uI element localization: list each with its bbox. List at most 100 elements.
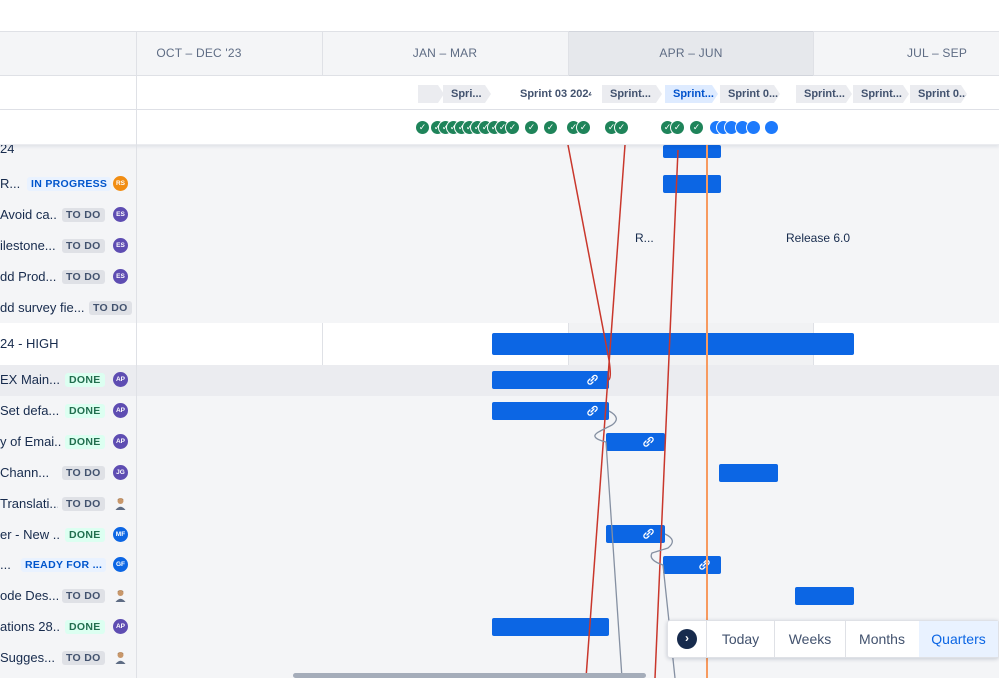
zoom-control: › Today Weeks Months Quarters bbox=[667, 620, 999, 658]
timeline-bar[interactable] bbox=[606, 525, 665, 543]
release-done-marker[interactable]: ✓ bbox=[543, 120, 558, 135]
avatar[interactable]: ES bbox=[113, 238, 128, 253]
issue-title[interactable]: Sugges... bbox=[0, 650, 58, 665]
weeks-button[interactable]: Weeks bbox=[775, 621, 845, 657]
link-icon bbox=[587, 405, 598, 416]
avatar[interactable]: AP bbox=[113, 434, 128, 449]
timeline-bar[interactable] bbox=[606, 433, 665, 451]
avatar[interactable] bbox=[113, 588, 128, 603]
release-done-marker[interactable]: ✓ bbox=[576, 120, 591, 135]
quarter-label-jan-mar: JAN – MAR bbox=[412, 46, 478, 60]
sprint-chip[interactable]: Spri... bbox=[443, 85, 491, 103]
epic-bar[interactable] bbox=[492, 333, 854, 355]
status-badge[interactable]: READY FOR ... bbox=[21, 558, 107, 572]
avatar[interactable]: JG bbox=[113, 465, 128, 480]
issue-title[interactable]: ilestone... bbox=[0, 238, 58, 253]
avatar[interactable]: RS bbox=[113, 176, 128, 191]
issue-title[interactable]: Avoid ca... bbox=[0, 207, 58, 222]
release-label-truncated[interactable]: R... bbox=[635, 231, 654, 245]
sprint-chip[interactable]: Sprint 0... bbox=[720, 85, 780, 103]
link-icon bbox=[699, 559, 710, 570]
status-badge[interactable]: TO DO bbox=[62, 589, 105, 603]
status-badge[interactable]: DONE bbox=[65, 373, 105, 387]
quarter-label-oct-dec: OCT – DEC '23 bbox=[156, 46, 242, 60]
release-done-marker[interactable]: ✓ bbox=[524, 120, 539, 135]
avatar[interactable] bbox=[113, 496, 128, 511]
avatar[interactable]: ES bbox=[113, 207, 128, 222]
status-badge[interactable]: DONE bbox=[65, 404, 105, 418]
issue-title[interactable]: 24 - HIGH bbox=[0, 336, 59, 351]
release-done-marker[interactable]: ✓ bbox=[689, 120, 704, 135]
status-badge[interactable]: IN PROGRESS bbox=[27, 177, 112, 191]
today-button[interactable]: Today bbox=[707, 621, 774, 657]
sprint-chip[interactable]: Sprint... bbox=[796, 85, 852, 103]
release-row: ✓✓✓✓✓✓✓✓✓✓✓✓✓✓✓✓✓✓✓✓ R... Release 6.0 bbox=[0, 110, 999, 245]
status-badge[interactable]: DONE bbox=[65, 620, 105, 634]
sprint-chip[interactable]: Sprint 03 2024 bbox=[512, 85, 592, 103]
timeline-bar[interactable] bbox=[492, 618, 609, 636]
horizontal-scrollbar[interactable] bbox=[293, 673, 646, 678]
status-badge[interactable]: TO DO bbox=[62, 497, 105, 511]
timeline-bar[interactable] bbox=[492, 371, 609, 389]
chevron-right-icon[interactable]: › bbox=[677, 629, 697, 649]
timeline-bar[interactable] bbox=[663, 175, 721, 193]
timeline-bar[interactable] bbox=[719, 464, 778, 482]
status-badge[interactable]: TO DO bbox=[62, 239, 105, 253]
timeline-bar[interactable] bbox=[663, 556, 721, 574]
status-badge[interactable]: TO DO bbox=[62, 208, 105, 222]
person-icon bbox=[115, 652, 126, 664]
release-done-marker[interactable]: ✓ bbox=[505, 120, 520, 135]
person-icon bbox=[115, 590, 126, 602]
person-icon bbox=[115, 498, 126, 510]
status-badge[interactable]: DONE bbox=[65, 435, 105, 449]
issue-title[interactable]: Translati... bbox=[0, 496, 58, 511]
sprint-chip[interactable]: Sprint 0... bbox=[910, 85, 967, 103]
today-marker bbox=[706, 145, 708, 678]
quarter-label-apr-jun: APR – JUN bbox=[659, 46, 723, 60]
link-icon bbox=[643, 436, 654, 447]
issue-title[interactable]: dd survey fie... bbox=[0, 300, 85, 315]
avatar[interactable]: GF bbox=[113, 557, 128, 572]
top-strip bbox=[0, 0, 999, 31]
avatar[interactable]: ES bbox=[113, 269, 128, 284]
issue-title[interactable]: y of Emai... bbox=[0, 434, 61, 449]
sprint-chip[interactable]: Sprint... bbox=[602, 85, 662, 103]
sprint-chip-current[interactable]: Sprint... bbox=[665, 85, 718, 103]
sprint-chip[interactable]: Sprint... bbox=[853, 85, 909, 103]
link-icon bbox=[643, 528, 654, 539]
issue-title[interactable]: EX Main... bbox=[0, 372, 61, 387]
status-badge[interactable]: TO DO bbox=[62, 466, 105, 480]
timeline-bar[interactable] bbox=[795, 587, 854, 605]
issue-title[interactable]: R... bbox=[0, 176, 23, 191]
issue-title[interactable]: ations 28... bbox=[0, 619, 61, 634]
timeline-view: OCT – DEC '23 JAN – MAR APR – JUN JUL – … bbox=[0, 0, 999, 678]
status-badge[interactable]: DONE bbox=[65, 528, 105, 542]
avatar[interactable] bbox=[113, 650, 128, 665]
issue-title[interactable]: ... bbox=[0, 557, 17, 572]
release-done-marker[interactable]: ✓ bbox=[614, 120, 629, 135]
issue-title[interactable]: er - New ... bbox=[0, 527, 61, 542]
status-badge[interactable]: TO DO bbox=[62, 270, 105, 284]
status-badge[interactable]: TO DO bbox=[62, 651, 105, 665]
issue-title[interactable]: dd Prod... bbox=[0, 269, 58, 284]
months-button[interactable]: Months bbox=[846, 621, 918, 657]
quarters-button[interactable]: Quarters bbox=[919, 621, 998, 657]
release-upcoming-marker[interactable] bbox=[746, 120, 761, 135]
timeline-bar[interactable] bbox=[492, 402, 609, 420]
release-label[interactable]: Release 6.0 bbox=[786, 231, 850, 245]
release-upcoming-marker[interactable] bbox=[764, 120, 779, 135]
avatar[interactable]: AP bbox=[113, 372, 128, 387]
pane-divider bbox=[136, 31, 137, 678]
issue-title[interactable]: Set defa... bbox=[0, 403, 61, 418]
release-done-marker[interactable]: ✓ bbox=[415, 120, 430, 135]
quarter-label-jul-sep: JUL – SEP bbox=[906, 46, 968, 60]
avatar[interactable]: MF bbox=[113, 527, 128, 542]
avatar[interactable]: AP bbox=[113, 619, 128, 634]
release-done-marker[interactable]: ✓ bbox=[670, 120, 685, 135]
link-icon bbox=[587, 374, 598, 385]
issue-title[interactable]: Chann... bbox=[0, 465, 58, 480]
avatar[interactable]: AP bbox=[113, 403, 128, 418]
issue-title[interactable]: ode Des... bbox=[0, 588, 58, 603]
status-badge[interactable]: TO DO bbox=[89, 301, 132, 315]
timeline-bar[interactable] bbox=[663, 145, 721, 158]
